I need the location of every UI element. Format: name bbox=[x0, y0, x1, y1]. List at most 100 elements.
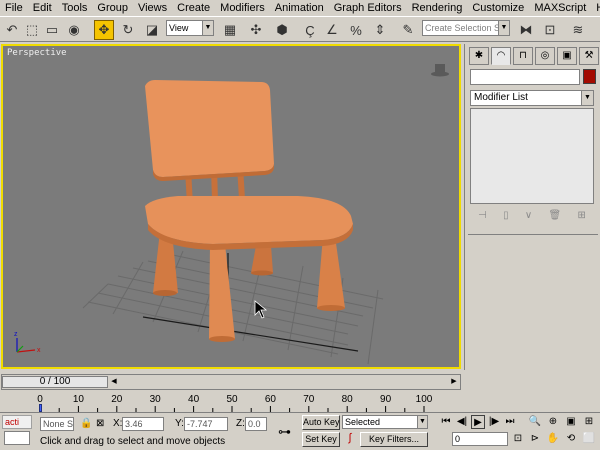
make-unique-icon[interactable]: ∨ bbox=[525, 210, 532, 221]
zoom-extents-all-icon[interactable]: ⊞ bbox=[582, 415, 596, 429]
command-panel: ✱ ◠ ⊓ ◎ ▣ ⚒ Modifier List ▼ ⊣ ▯ ∨ 🗑 ⊞ bbox=[464, 44, 600, 370]
time-configuration-icon[interactable]: ⊡ bbox=[511, 432, 525, 446]
maxscript-listener[interactable]: acti bbox=[2, 415, 32, 429]
previous-frame-icon[interactable]: ◀| bbox=[455, 415, 469, 429]
select-object-icon[interactable]: ⬚ bbox=[22, 20, 42, 40]
track-tick-label: 50 bbox=[226, 394, 238, 405]
next-frame-button-icon[interactable]: |▶ bbox=[487, 415, 501, 429]
select-and-rotate-icon[interactable]: ↻ bbox=[118, 20, 138, 40]
angle-snap-icon[interactable]: ∠ bbox=[322, 20, 342, 40]
track-tick-label: 30 bbox=[149, 394, 161, 405]
menu-modifiers[interactable]: Modifiers bbox=[215, 0, 270, 16]
current-frame-marker[interactable] bbox=[39, 404, 42, 412]
track-tick-label: 10 bbox=[72, 394, 84, 405]
named-selection-set-dropdown[interactable]: Create Selection Set ▼ bbox=[422, 20, 510, 36]
hierarchy-tab-icon[interactable]: ⊓ bbox=[513, 47, 533, 65]
set-key-button[interactable]: Set Key bbox=[302, 432, 340, 447]
undo-icon[interactable]: ↶ bbox=[2, 20, 22, 40]
modifier-list-dropdown[interactable]: Modifier List ▼ bbox=[470, 90, 594, 106]
auto-key-button[interactable]: Auto Key bbox=[302, 415, 340, 430]
y-label: Y: bbox=[175, 418, 184, 429]
menu-tools[interactable]: Tools bbox=[57, 0, 93, 16]
object-color-swatch[interactable] bbox=[583, 69, 596, 84]
menu-file[interactable]: File bbox=[0, 0, 28, 16]
spinner-snap-icon[interactable]: ⇕ bbox=[370, 20, 390, 40]
keyboard-shortcut-icon[interactable]: ⬢ bbox=[272, 20, 292, 40]
key-filters-button[interactable]: Key Filters... bbox=[360, 432, 428, 447]
play-icon[interactable]: ▶ bbox=[471, 415, 485, 429]
axis-tripod-icon: z x bbox=[14, 331, 41, 354]
set-key-curve-icon[interactable]: ∫ bbox=[343, 432, 357, 447]
field-of-view-icon[interactable]: ⊳ bbox=[528, 432, 542, 446]
select-by-name-icon[interactable]: ◉ bbox=[64, 20, 84, 40]
named-selection-icon[interactable]: ✎ bbox=[398, 20, 418, 40]
menu-maxscript[interactable]: MAXScript bbox=[529, 0, 591, 16]
time-slider-thumb[interactable]: 0 / 100 bbox=[2, 376, 108, 388]
menu-edit[interactable]: Edit bbox=[28, 0, 57, 16]
track-tick-label: 80 bbox=[341, 394, 353, 405]
percent-snap-icon[interactable]: % bbox=[346, 20, 366, 40]
select-and-move-icon[interactable]: ✥ bbox=[94, 20, 114, 40]
motion-tab-icon[interactable]: ◎ bbox=[535, 47, 555, 65]
configure-sets-icon[interactable]: ⊞ bbox=[577, 210, 585, 221]
zoom-all-icon[interactable]: ⊕ bbox=[546, 415, 560, 429]
go-to-start-icon[interactable]: ⏮ bbox=[439, 415, 453, 429]
zoom-icon[interactable]: 🔍 bbox=[528, 415, 542, 429]
menu-help[interactable]: Help bbox=[591, 0, 600, 16]
modifier-stack[interactable] bbox=[470, 108, 594, 204]
menu-animation[interactable]: Animation bbox=[270, 0, 329, 16]
go-to-end-icon[interactable]: ⏭ bbox=[503, 415, 517, 429]
menu-group[interactable]: Group bbox=[92, 0, 133, 16]
key-icon[interactable]: ⊶ bbox=[278, 425, 291, 439]
pan-icon[interactable]: ✋ bbox=[546, 432, 560, 446]
coord-system-value: View bbox=[169, 23, 189, 33]
maxscript-mini-listener[interactable] bbox=[4, 431, 30, 445]
align-icon[interactable]: ⊡ bbox=[540, 20, 560, 40]
remove-modifier-icon[interactable]: 🗑 bbox=[548, 210, 561, 221]
utilities-tab-icon[interactable]: ⚒ bbox=[579, 47, 599, 65]
reference-coord-dropdown[interactable]: View ▼ bbox=[166, 20, 214, 36]
menu-customize[interactable]: Customize bbox=[467, 0, 529, 16]
menu-create[interactable]: Create bbox=[172, 0, 215, 16]
absolute-mode-icon[interactable]: ⊠ bbox=[96, 417, 104, 431]
z-coordinate-field[interactable]: 0.0 bbox=[245, 417, 267, 431]
track-tick-label: 90 bbox=[380, 394, 392, 405]
display-tab-icon[interactable]: ▣ bbox=[557, 47, 577, 65]
menu-rendering[interactable]: Rendering bbox=[407, 0, 468, 16]
mirror-icon[interactable]: ⧓ bbox=[516, 20, 536, 40]
y-coordinate-field[interactable]: -7.747 bbox=[184, 417, 228, 431]
layer-manager-icon[interactable]: ≋ bbox=[568, 20, 588, 40]
modify-tab-icon[interactable]: ◠ bbox=[491, 47, 511, 65]
maximize-viewport-icon[interactable]: ⬜ bbox=[582, 432, 596, 446]
current-frame-field[interactable]: 0 bbox=[452, 432, 508, 446]
show-end-result-icon[interactable]: ▯ bbox=[503, 210, 509, 221]
select-region-icon[interactable]: ▭ bbox=[42, 20, 62, 40]
svg-text:x: x bbox=[37, 347, 41, 354]
time-slider[interactable]: 0 / 100 ◀ ▶ bbox=[1, 374, 461, 390]
x-coordinate-field[interactable]: 3.46 bbox=[122, 417, 164, 431]
arc-rotate-icon[interactable]: ⟲ bbox=[564, 432, 578, 446]
key-mode-dropdown[interactable]: Selected ▼ bbox=[342, 415, 428, 429]
menu-views[interactable]: Views bbox=[133, 0, 172, 16]
object-name-field[interactable] bbox=[470, 69, 580, 85]
pin-stack-icon[interactable]: ⊣ bbox=[478, 210, 487, 221]
pivot-center-icon[interactable]: ▦ bbox=[220, 20, 240, 40]
chair-model[interactable] bbox=[145, 80, 353, 342]
track-tick-label: 60 bbox=[264, 394, 276, 405]
select-and-scale-icon[interactable]: ◪ bbox=[142, 20, 162, 40]
parameters-rollout bbox=[468, 234, 598, 368]
next-frame-icon[interactable]: ▶ bbox=[450, 376, 458, 388]
create-tab-icon[interactable]: ✱ bbox=[469, 47, 489, 65]
track-bar[interactable]: 0 10 20 30 40 50 60 70 80 90 100 bbox=[36, 394, 432, 412]
stack-tools: ⊣ ▯ ∨ 🗑 ⊞ bbox=[470, 207, 594, 223]
menu-graph-editors[interactable]: Graph Editors bbox=[329, 0, 407, 16]
key-mode-value: Selected bbox=[345, 417, 381, 427]
snap-3d-icon[interactable]: Ç bbox=[300, 20, 320, 40]
zoom-extents-icon[interactable]: ▣ bbox=[564, 415, 578, 429]
prev-frame-icon[interactable]: ◀ bbox=[110, 376, 118, 388]
perspective-viewport[interactable]: Perspective z x bbox=[1, 44, 461, 369]
lock-icon[interactable]: 🔒 bbox=[80, 417, 92, 431]
z-label: Z: bbox=[236, 418, 245, 429]
svg-text:z: z bbox=[14, 331, 18, 338]
manipulate-icon[interactable]: ✣ bbox=[246, 20, 266, 40]
